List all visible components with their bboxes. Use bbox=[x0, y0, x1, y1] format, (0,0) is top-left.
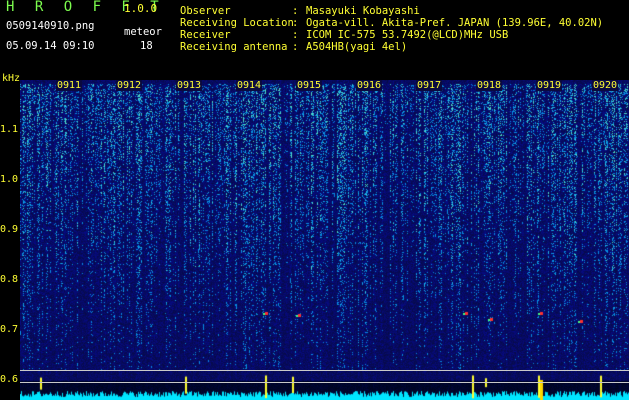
y-tick-0-8: 0.8 bbox=[0, 274, 19, 285]
x-tick-0915: 0915 bbox=[296, 80, 323, 91]
x-tick-0918: 0918 bbox=[476, 80, 503, 91]
file-name: 0509140910.png bbox=[6, 20, 95, 32]
receiver-value: ICOM IC-575 53.7492(@LCD)MHz USB bbox=[306, 29, 509, 41]
location-value: Ogata-vill. Akita-Pref. JAPAN (139.96E, … bbox=[306, 17, 604, 29]
x-tick-0913: 0913 bbox=[176, 80, 203, 91]
antenna-separator: : bbox=[292, 41, 299, 53]
antenna-label: Receiving antenna bbox=[180, 41, 288, 53]
x-tick-0912: 0912 bbox=[116, 80, 143, 91]
x-tick-0916: 0916 bbox=[356, 80, 383, 91]
y-tick-0-7: 0.7 bbox=[0, 324, 19, 335]
observer-label: Observer bbox=[180, 5, 231, 17]
x-tick-0920: 0920 bbox=[592, 80, 619, 91]
meteor-label: meteor bbox=[124, 26, 162, 38]
location-separator: : bbox=[292, 17, 299, 29]
app-version: 1.0.0 bbox=[124, 2, 158, 15]
x-tick-0911: 0911 bbox=[56, 80, 83, 91]
x-tick-0919: 0919 bbox=[536, 80, 563, 91]
x-tick-0917: 0917 bbox=[416, 80, 443, 91]
receiver-separator: : bbox=[292, 29, 299, 41]
receiver-label: Receiver bbox=[180, 29, 231, 41]
location-label: Receiving Location bbox=[180, 17, 294, 29]
observer-value: Masayuki Kobayashi bbox=[306, 5, 420, 17]
y-tick-0-9: 0.9 bbox=[0, 224, 19, 235]
y-tick-1-1: 1.1 bbox=[0, 124, 19, 135]
spectrogram bbox=[20, 80, 629, 400]
axis-unit-label: kHz bbox=[2, 73, 21, 84]
x-tick-0914: 0914 bbox=[236, 80, 263, 91]
timestamp: 05.09.14 09:10 bbox=[6, 40, 95, 52]
y-tick-0-6: 0.6 bbox=[0, 374, 19, 385]
observer-separator: : bbox=[292, 5, 299, 17]
y-tick-1-0: 1.0 bbox=[0, 174, 19, 185]
reference-line-lower bbox=[20, 382, 629, 383]
antenna-value: A504HB(yagi 4el) bbox=[306, 41, 408, 53]
reference-line-upper bbox=[20, 370, 629, 371]
meteor-count: 18 bbox=[140, 40, 153, 52]
